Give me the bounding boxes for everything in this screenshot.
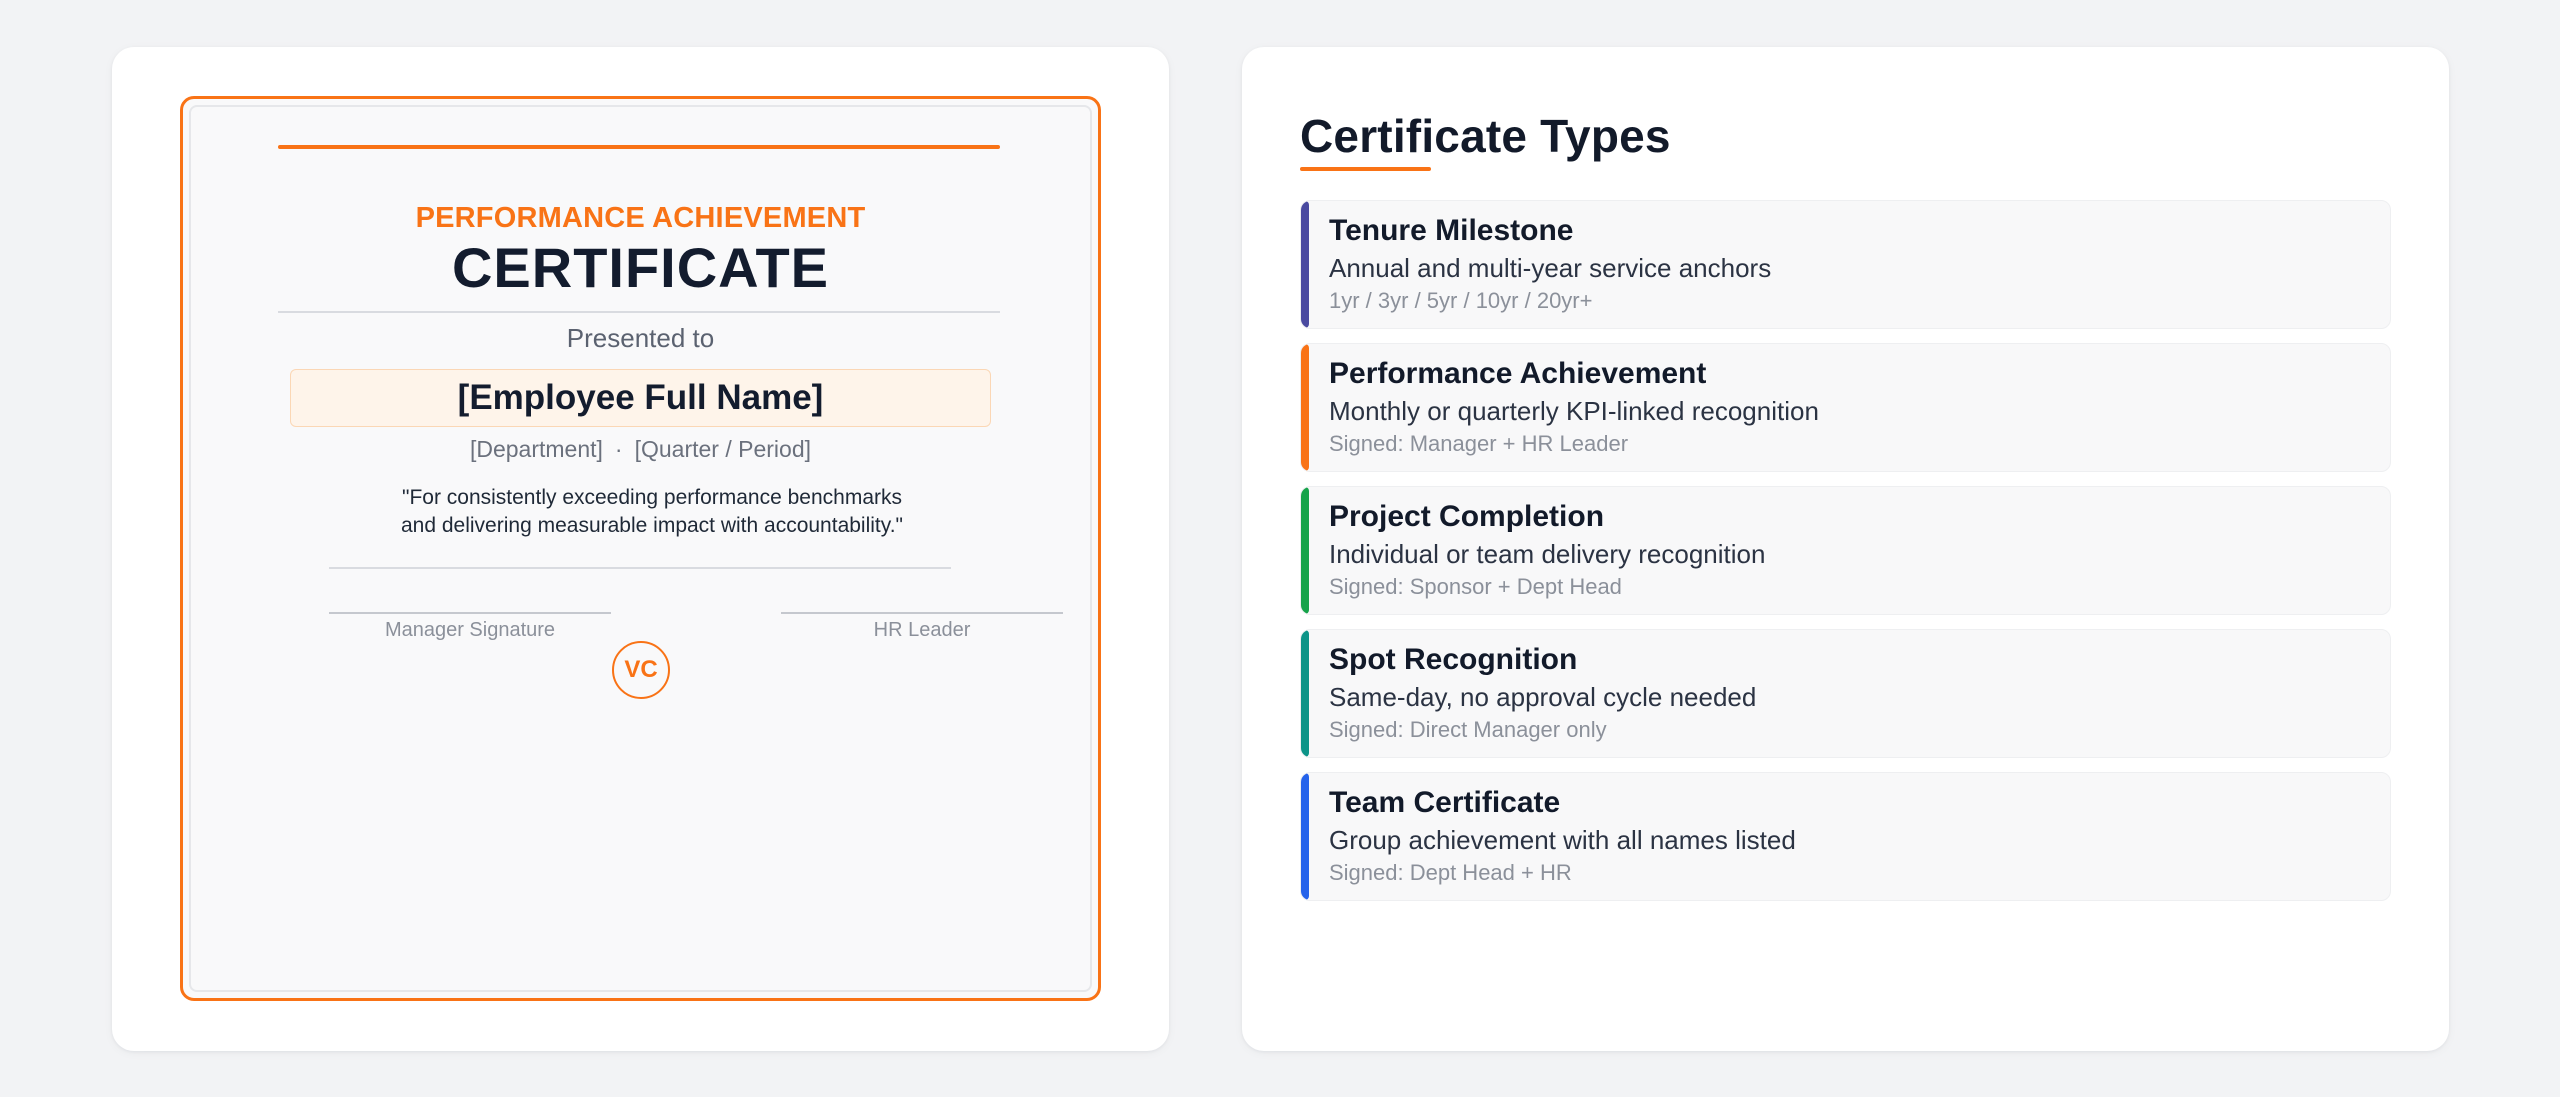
type-accent-bar [1301, 344, 1309, 471]
type-item-spot-recognition[interactable]: Spot Recognition Same-day, no approval c… [1300, 629, 2391, 758]
type-name: Team Certificate [1329, 786, 1561, 819]
type-name: Performance Achievement [1329, 357, 1707, 390]
certificate-types-card: Certificate Types Tenure Milestone Annua… [1242, 47, 2449, 1051]
department-period-row: [Department] · [Quarter / Period] [180, 436, 1101, 463]
department-placeholder[interactable]: [Department] [470, 436, 603, 462]
manager-signature-line [329, 612, 611, 614]
certificate-types-heading: Certificate Types [1300, 110, 1671, 162]
certificate-kicker: PERFORMANCE ACHIEVEMENT [415, 202, 866, 234]
hr-leader-signature-line [781, 612, 1063, 614]
period-placeholder[interactable]: [Quarter / Period] [635, 436, 811, 462]
type-name: Spot Recognition [1329, 643, 1578, 676]
type-item-performance-achievement[interactable]: Performance Achievement Monthly or quart… [1300, 343, 2391, 472]
type-accent-bar [1301, 630, 1309, 757]
heading-underline [1300, 167, 1431, 171]
hr-leader-signature-label: HR Leader [873, 619, 971, 641]
type-name: Tenure Milestone [1329, 214, 1574, 247]
type-detail: 1yr / 3yr / 5yr / 10yr / 20yr+ [1329, 288, 1593, 313]
type-accent-bar [1301, 773, 1309, 900]
presented-to-label: Presented to [566, 323, 715, 353]
type-item-project-completion[interactable]: Project Completion Individual or team de… [1300, 486, 2391, 615]
certificate-divider-lower [329, 567, 951, 569]
type-detail: Signed: Manager + HR Leader [1329, 431, 1629, 456]
certificate-title: CERTIFICATE [451, 236, 830, 299]
citation-line: and delivering measurable impact with ac… [401, 514, 903, 537]
separator-dot: · [614, 436, 623, 462]
certificate-citation: "For consistently exceeding performance … [352, 484, 952, 540]
type-name: Project Completion [1329, 500, 1605, 533]
certificate-preview-card: PERFORMANCE ACHIEVEMENT CERTIFICATE Pres… [112, 47, 1169, 1051]
type-item-team-certificate[interactable]: Team Certificate Group achievement with … [1300, 772, 2391, 901]
type-detail: Signed: Dept Head + HR [1329, 860, 1572, 885]
type-accent-bar [1301, 201, 1309, 328]
type-detail: Signed: Sponsor + Dept Head [1329, 574, 1622, 599]
certificate-divider [278, 311, 1000, 313]
citation-line: "For consistently exceeding performance … [401, 486, 903, 509]
type-description: Individual or team delivery recognition [1329, 539, 1766, 569]
company-seal-icon: VC [612, 641, 670, 699]
type-description: Annual and multi-year service anchors [1329, 253, 1772, 283]
type-description: Same-day, no approval cycle needed [1329, 682, 1757, 712]
type-description: Monthly or quarterly KPI-linked recognit… [1329, 396, 1819, 426]
certificate-top-rule [278, 145, 1000, 149]
type-item-tenure-milestone[interactable]: Tenure Milestone Annual and multi-year s… [1300, 200, 2391, 329]
type-detail: Signed: Direct Manager only [1329, 717, 1607, 742]
type-accent-bar [1301, 487, 1309, 614]
manager-signature-label: Manager Signature [384, 619, 556, 641]
type-description: Group achievement with all names listed [1329, 825, 1796, 855]
employee-name-field[interactable]: [Employee Full Name] [290, 369, 991, 427]
